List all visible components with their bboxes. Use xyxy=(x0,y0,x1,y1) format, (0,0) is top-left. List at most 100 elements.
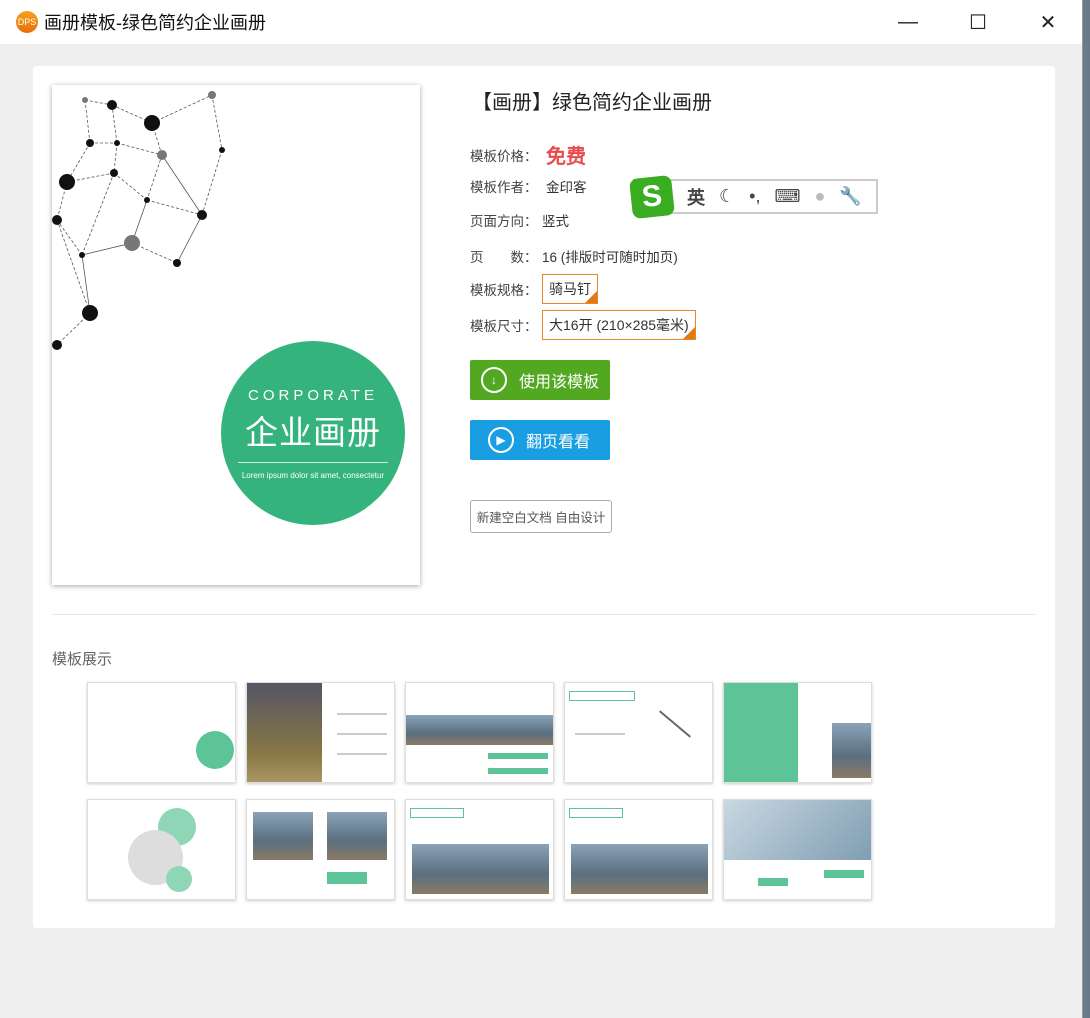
spec-label: 模板规格： xyxy=(470,283,538,298)
orientation-value: 竖式 xyxy=(542,214,569,229)
title-bar: DPS 画册模板-绿色简约企业画册 — ☐ ✕ xyxy=(0,0,1082,44)
template-page-thumbnail[interactable] xyxy=(87,799,236,900)
network-node xyxy=(157,150,167,160)
thumbnail-graphic xyxy=(337,753,387,755)
size-option[interactable]: 大16开 (210×285毫米) xyxy=(542,310,696,340)
thumbnail-graphic xyxy=(253,812,313,860)
moon-icon[interactable]: ☾ xyxy=(719,186,735,207)
network-edge xyxy=(116,142,163,156)
author-label: 模板作者： xyxy=(470,180,538,195)
use-template-label: 使用该模板 xyxy=(519,374,600,391)
network-edge xyxy=(81,254,91,314)
network-node xyxy=(82,305,98,321)
author-value: 金印客 xyxy=(546,180,587,195)
network-node xyxy=(197,210,207,220)
thumbnail-graphic xyxy=(758,878,788,886)
app-window: DPS 画册模板-绿色简约企业画册 — ☐ ✕ CORPORATE 企业画册 L… xyxy=(0,0,1083,1018)
network-node xyxy=(208,91,216,99)
template-page-thumbnail[interactable] xyxy=(723,799,872,900)
network-node xyxy=(82,97,88,103)
play-icon: ▶ xyxy=(488,427,514,453)
thumbnail-graphic xyxy=(196,731,234,769)
spec-option[interactable]: 骑马钉 xyxy=(542,274,598,304)
network-edge xyxy=(56,219,91,314)
dps-logo-icon: DPS xyxy=(16,11,38,33)
pages-value: 16 (排版时可随时加页) xyxy=(542,250,678,265)
new-blank-document-button[interactable]: 新建空白文档 自由设计 xyxy=(470,500,612,533)
thumbnail-graphic xyxy=(569,808,623,818)
thumbnail-graphic xyxy=(571,844,708,894)
thumbnail-graphic xyxy=(166,866,192,892)
thumbnail-graphic xyxy=(337,733,387,735)
network-node xyxy=(219,147,225,153)
cover-heading-en: CORPORATE xyxy=(248,387,378,404)
thumbnail-graphic xyxy=(724,683,798,782)
network-node xyxy=(52,340,62,350)
template-page-thumbnail[interactable] xyxy=(564,682,713,783)
template-page-thumbnail[interactable] xyxy=(87,682,236,783)
network-edge xyxy=(84,99,91,144)
maximize-button[interactable]: ☐ xyxy=(943,0,1013,44)
thumbnail-graphic xyxy=(832,723,871,778)
thumbnail-graphic xyxy=(575,733,625,735)
network-edge xyxy=(81,172,115,256)
ime-toolbar[interactable]: S 英 ☾ •, ⌨ ● 🔧 xyxy=(629,174,878,219)
template-page-thumbnail[interactable] xyxy=(246,682,395,783)
thumbnail-graphic xyxy=(488,753,548,759)
thumbnail-graphic xyxy=(327,872,367,884)
thumbnail-graphic xyxy=(412,844,549,894)
network-edge xyxy=(113,142,118,174)
network-edge xyxy=(176,214,203,264)
ime-mode[interactable]: 英 xyxy=(687,184,705,210)
cover-subtitle: Lorem ipsum dolor sit amet, consectetur xyxy=(241,471,385,480)
template-page-thumbnail[interactable] xyxy=(405,682,554,783)
network-node xyxy=(144,197,150,203)
template-title: 【画册】绿色简约企业画册 xyxy=(472,92,712,114)
network-edge xyxy=(201,149,223,216)
network-node xyxy=(52,215,62,225)
network-node xyxy=(59,174,75,190)
network-node xyxy=(124,235,140,251)
template-page-thumbnail[interactable] xyxy=(405,799,554,900)
network-edge xyxy=(111,104,118,144)
cover-preview[interactable]: CORPORATE 企业画册 Lorem ipsum dolor sit ame… xyxy=(52,85,420,585)
thumbnail-graphic xyxy=(247,683,322,782)
section-divider xyxy=(52,614,1036,615)
price-value: 免费 xyxy=(546,146,586,168)
use-template-button[interactable]: ↓ 使用该模板 xyxy=(470,360,610,400)
network-edge xyxy=(56,219,83,256)
pages-label: 页 数： xyxy=(470,250,538,265)
network-graphic xyxy=(52,91,225,350)
thumbnail-graphic xyxy=(488,768,548,774)
network-edge xyxy=(151,94,213,124)
gallery-title: 模板展示 xyxy=(52,651,113,668)
price-label: 模板价格： xyxy=(470,148,538,164)
network-edge xyxy=(146,154,163,201)
flip-preview-button[interactable]: ▶ 翻页看看 xyxy=(470,420,610,460)
template-page-thumbnail[interactable] xyxy=(564,799,713,900)
network-node xyxy=(144,115,160,131)
keyboard-icon[interactable]: ⌨ xyxy=(774,186,800,207)
download-icon: ↓ xyxy=(481,367,507,393)
punctuation-icon[interactable]: •, xyxy=(749,186,760,207)
network-node xyxy=(107,100,117,110)
sogou-logo-icon: S xyxy=(629,174,675,219)
network-edge xyxy=(211,94,223,151)
network-node xyxy=(110,169,118,177)
network-node xyxy=(79,252,85,258)
template-gallery xyxy=(87,682,872,900)
flip-preview-label: 翻页看看 xyxy=(526,434,591,451)
network-node xyxy=(173,259,181,267)
close-button[interactable]: ✕ xyxy=(1013,0,1083,44)
user-icon[interactable]: ● xyxy=(814,186,825,207)
minimize-button[interactable]: — xyxy=(873,0,943,44)
thumbnail-graphic xyxy=(569,691,635,701)
template-card: CORPORATE 企业画册 Lorem ipsum dolor sit ame… xyxy=(33,66,1055,928)
orientation-label: 页面方向： xyxy=(470,214,538,229)
thumbnail-graphic xyxy=(659,710,691,738)
thumbnail-graphic xyxy=(337,713,387,715)
network-edge xyxy=(113,172,148,201)
wrench-icon[interactable]: 🔧 xyxy=(839,186,861,207)
template-page-thumbnail[interactable] xyxy=(723,682,872,783)
template-page-thumbnail[interactable] xyxy=(246,799,395,900)
